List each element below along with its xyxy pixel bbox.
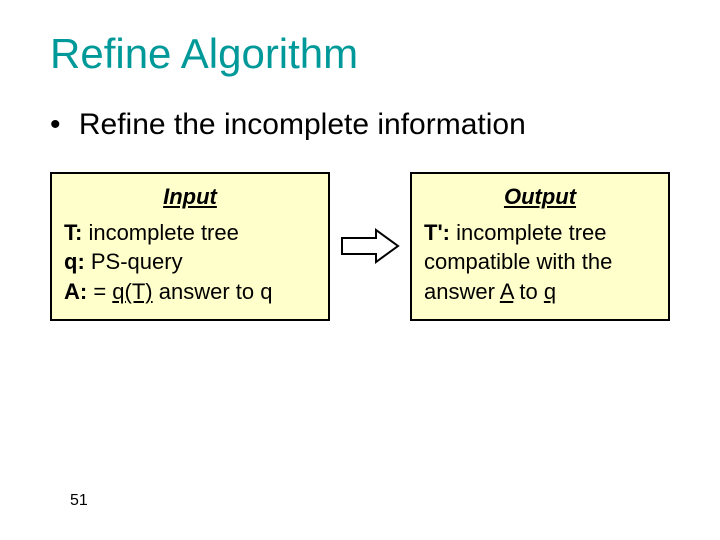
output-header: Output	[424, 182, 656, 212]
slide: Refine Algorithm • Refine the incomplete…	[0, 0, 720, 540]
page-number: 51	[70, 492, 88, 510]
input-A-rest: answer to q	[153, 279, 273, 304]
input-A-label: A:	[64, 279, 87, 304]
bullet-text: Refine the incomplete information	[79, 108, 526, 141]
input-body: T: incomplete tree q: PS-query A: = q(T)…	[64, 218, 316, 307]
slide-title: Refine Algorithm	[50, 30, 670, 78]
input-line-1: T: incomplete tree	[64, 218, 316, 248]
input-line-2: q: PS-query	[64, 247, 316, 277]
output-body: T': incomplete tree compatible with the …	[424, 218, 656, 307]
arrow-container	[335, 228, 405, 264]
bullet-line: • Refine the incomplete information	[50, 108, 670, 142]
output-Tprime-label: T':	[424, 220, 450, 245]
input-line-3: A: = q(T) answer to q	[64, 277, 316, 307]
input-header: Input	[64, 182, 316, 212]
input-box: Input T: incomplete tree q: PS-query A: …	[50, 172, 330, 321]
bullet-marker: •	[50, 108, 61, 142]
boxes-row: Input T: incomplete tree q: PS-query A: …	[50, 172, 670, 321]
input-qT: q(T)	[112, 279, 152, 304]
output-to: to	[513, 279, 544, 304]
output-q: q	[544, 279, 556, 304]
input-T-text: incomplete tree	[82, 220, 239, 245]
output-A: A	[500, 279, 513, 304]
arrow-right-icon	[340, 228, 400, 264]
input-q-text: PS-query	[85, 249, 183, 274]
input-q-label: q:	[64, 249, 85, 274]
input-A-eq: =	[87, 279, 112, 304]
input-T-label: T:	[64, 220, 82, 245]
output-box: Output T': incomplete tree compatible wi…	[410, 172, 670, 321]
